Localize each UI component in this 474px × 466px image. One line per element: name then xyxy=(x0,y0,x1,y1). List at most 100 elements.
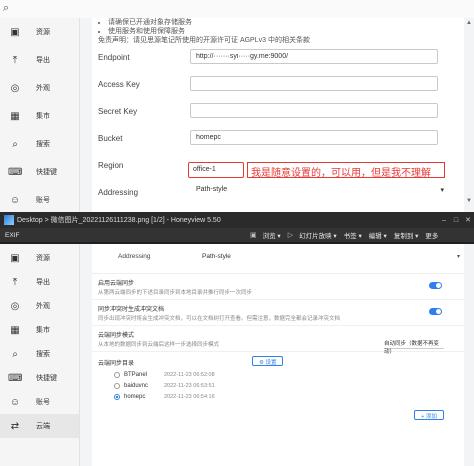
chevron-down-icon: ▾ xyxy=(456,254,460,260)
scroll-down-icon[interactable]: ▼ xyxy=(466,198,472,204)
conflict-title: 同步冲突时生成冲突文档 xyxy=(98,307,165,313)
viewer-titlebar: Desktop > 微信图片_20221126111238.png [1/2] … xyxy=(0,212,474,228)
sidebar-item-export[interactable]: ⤒ 导出 xyxy=(0,270,79,294)
secret-key-row: Secret Key xyxy=(92,100,464,127)
radio-button-selected[interactable] xyxy=(114,394,120,400)
chevron-down-icon: ▾ xyxy=(440,187,444,194)
search-icon: ⌕ xyxy=(12,348,18,360)
sidebar-item-label: 外观 xyxy=(36,303,50,310)
bookmark-menu[interactable]: 书签 ▾ xyxy=(344,230,362,240)
conflict-desc: 同步出现冲突时将会生成冲突文档，可以在文档树打开查看。但需注意，数据完全都会记录… xyxy=(98,316,341,322)
honeyview-app-icon xyxy=(4,215,14,225)
bucket-row: Bucket xyxy=(92,127,464,154)
sidebar-item-appearance[interactable]: ◎ 外观 xyxy=(0,294,79,318)
sidebar-item-search[interactable]: ⌕ 搜索 xyxy=(0,130,79,158)
sidebar-item-label: 快捷键 xyxy=(36,375,57,382)
sidebar-item-label: 集市 xyxy=(36,327,50,334)
search-icon[interactable]: ⌕ xyxy=(3,2,9,15)
more-menu[interactable]: 更多 xyxy=(425,230,438,240)
sidebar-item-bazaar[interactable]: ▦ 集市 xyxy=(0,318,79,342)
sync-mode-select[interactable]: 自动同步（数据不再变动） xyxy=(384,339,444,355)
image-icon: ▣ xyxy=(10,26,20,38)
sidebar-item-label: 云端 xyxy=(36,423,50,430)
settings-panel-top: ⌕ ▣ 资源 ⤒ 导出 ◎ 外观 ▦ 集市 ⌕ 搜索 ⌨ 快捷键 ☺ 账号 • … xyxy=(0,0,474,212)
bottom-sidebar: ▣ 资源 ⤒ 导出 ◎ 外观 ▦ 集市 ⌕ 搜索 ⌨ 快捷键 ☺ 账号 ⇄ 云端 xyxy=(0,244,80,466)
requirements-list: 请确保已开通对象存储服务 使用服务和使用保障服务 xyxy=(92,18,464,36)
account-icon: ☺ xyxy=(9,396,21,408)
shop-icon: ▦ xyxy=(10,324,20,336)
sidebar-item-resources[interactable]: ▣ 资源 xyxy=(0,18,79,46)
close-icon[interactable]: ✕ xyxy=(462,216,474,224)
conflict-toggle[interactable] xyxy=(429,308,442,315)
annotation-note: 我是随意设置的，可以用，但是我不理解 xyxy=(247,162,445,178)
sidebar-item-label: 导出 xyxy=(36,57,50,64)
radio-button[interactable] xyxy=(114,372,120,378)
region-label: Region xyxy=(98,161,124,170)
maximize-icon[interactable]: □ xyxy=(450,217,462,224)
sidebar-item-label: 集市 xyxy=(36,113,50,120)
slideshow-menu[interactable]: 幻灯片放映 ▾ xyxy=(299,230,337,240)
dir-date: 2022-11-23 06:53:51 xyxy=(164,383,215,389)
edit-menu[interactable]: 编辑 ▾ xyxy=(369,230,387,240)
sync-enable-toggle[interactable] xyxy=(429,282,442,289)
palette-icon: ◎ xyxy=(10,300,20,312)
sidebar-item-bazaar[interactable]: ▦ 集市 xyxy=(0,102,79,130)
sync-dirs-section: 云端同步目录 ⚙ 设置 BTPanel 2022-11-23 06:52:08 … xyxy=(92,352,464,422)
access-key-label: Access Key xyxy=(98,80,140,89)
sidebar-item-cloud[interactable]: ⇄ 云端 xyxy=(0,414,79,438)
sidebar-item-label: 搜索 xyxy=(36,351,50,358)
addressing-row: Addressing Path-style ▾ xyxy=(92,181,464,208)
sidebar-item-label: 快捷键 xyxy=(36,169,57,176)
list-item[interactable]: homepc 2022-11-23 06:54:16 xyxy=(114,394,215,400)
sidebar-item-label: 搜索 xyxy=(36,141,50,148)
endpoint-input[interactable] xyxy=(190,49,438,64)
top-search-bar[interactable]: ⌕ xyxy=(0,0,474,18)
secret-key-input[interactable] xyxy=(190,103,438,118)
sidebar-item-label: 资源 xyxy=(36,29,50,36)
sync-enable-section: 启用云端同步 从第两云端同步的下述目录同步到本地目录并推行同步一次同步 xyxy=(92,274,464,300)
copy-to-menu[interactable]: 复制到 ▾ xyxy=(394,230,419,240)
region-input[interactable]: office-1 xyxy=(188,162,244,178)
sidebar-item-label: 导出 xyxy=(36,279,50,286)
viewer-toolbar: EXIF ▣ 浏览 ▾ ▷ 幻灯片放映 ▾ 书签 ▾ 编辑 ▾ 复制到 ▾ 更多 xyxy=(0,228,474,242)
sidebar-item-keymap[interactable]: ⌨ 快捷键 xyxy=(0,366,79,390)
sidebar-item-account[interactable]: ☺ 账号 xyxy=(0,186,79,212)
browse-menu[interactable]: 浏览 ▾ xyxy=(263,230,281,240)
sidebar-item-label: 资源 xyxy=(36,255,50,262)
sync-mode-desc: 从本地的数据同步到云端后这样一步选择同步模式 xyxy=(98,342,220,348)
sidebar-item-appearance[interactable]: ◎ 外观 xyxy=(0,74,79,102)
list-item: 请确保已开通对象存储服务 xyxy=(108,18,464,27)
sidebar-item-search[interactable]: ⌕ 搜索 xyxy=(0,342,79,366)
keyboard-icon: ⌨ xyxy=(8,372,23,384)
list-item[interactable]: BTPanel 2022-11-23 06:52:08 xyxy=(114,372,215,378)
addressing-label: Addressing xyxy=(118,253,151,260)
dir-date: 2022-11-23 06:54:16 xyxy=(164,394,215,400)
bucket-input[interactable] xyxy=(190,130,438,145)
scroll-up-icon[interactable]: ▲ xyxy=(466,20,472,26)
fit-window-icon[interactable]: ▣ xyxy=(250,231,257,239)
radio-button[interactable] xyxy=(114,383,120,389)
sidebar-item-resources[interactable]: ▣ 资源 xyxy=(0,246,79,270)
disclaimer-text: 免责声明：请见思源笔记所使用的开源许可证 AGPLv3 中的相关条款 xyxy=(98,37,310,44)
conflict-section: 同步冲突时生成冲突文档 同步出现冲突时将会生成冲突文档，可以在文档树打开查看。但… xyxy=(92,300,464,326)
exif-button[interactable]: EXIF xyxy=(0,232,250,239)
sidebar-item-label: 账号 xyxy=(36,399,50,406)
sidebar-item-account[interactable]: ☺ 账号 xyxy=(0,390,79,414)
sidebar-item-export[interactable]: ⤒ 导出 xyxy=(0,46,79,74)
image-icon: ▣ xyxy=(10,252,20,264)
account-icon: ☺ xyxy=(9,194,21,206)
sidebar-item-keymap[interactable]: ⌨ 快捷键 xyxy=(0,158,79,186)
minimize-icon[interactable]: ‒ xyxy=(438,217,450,224)
settings-button[interactable]: ⚙ 设置 xyxy=(252,356,284,366)
dir-date: 2022-11-23 06:52:08 xyxy=(164,372,215,378)
addressing-select[interactable]: Path-style xyxy=(202,253,422,260)
add-button[interactable]: + 添加 xyxy=(414,410,444,420)
slideshow-icon[interactable]: ▷ xyxy=(288,231,293,239)
search-icon: ⌕ xyxy=(12,138,18,150)
list-item[interactable]: baiduvnc 2022-11-23 06:53:51 xyxy=(114,383,215,389)
window-title: Desktop > 微信图片_20221126111238.png [1/2] … xyxy=(17,217,221,224)
dir-name: BTPanel xyxy=(124,372,148,378)
access-key-input[interactable] xyxy=(190,76,438,91)
addressing-select[interactable]: Path-style ▾ xyxy=(196,186,446,200)
secret-key-label: Secret Key xyxy=(98,107,138,116)
